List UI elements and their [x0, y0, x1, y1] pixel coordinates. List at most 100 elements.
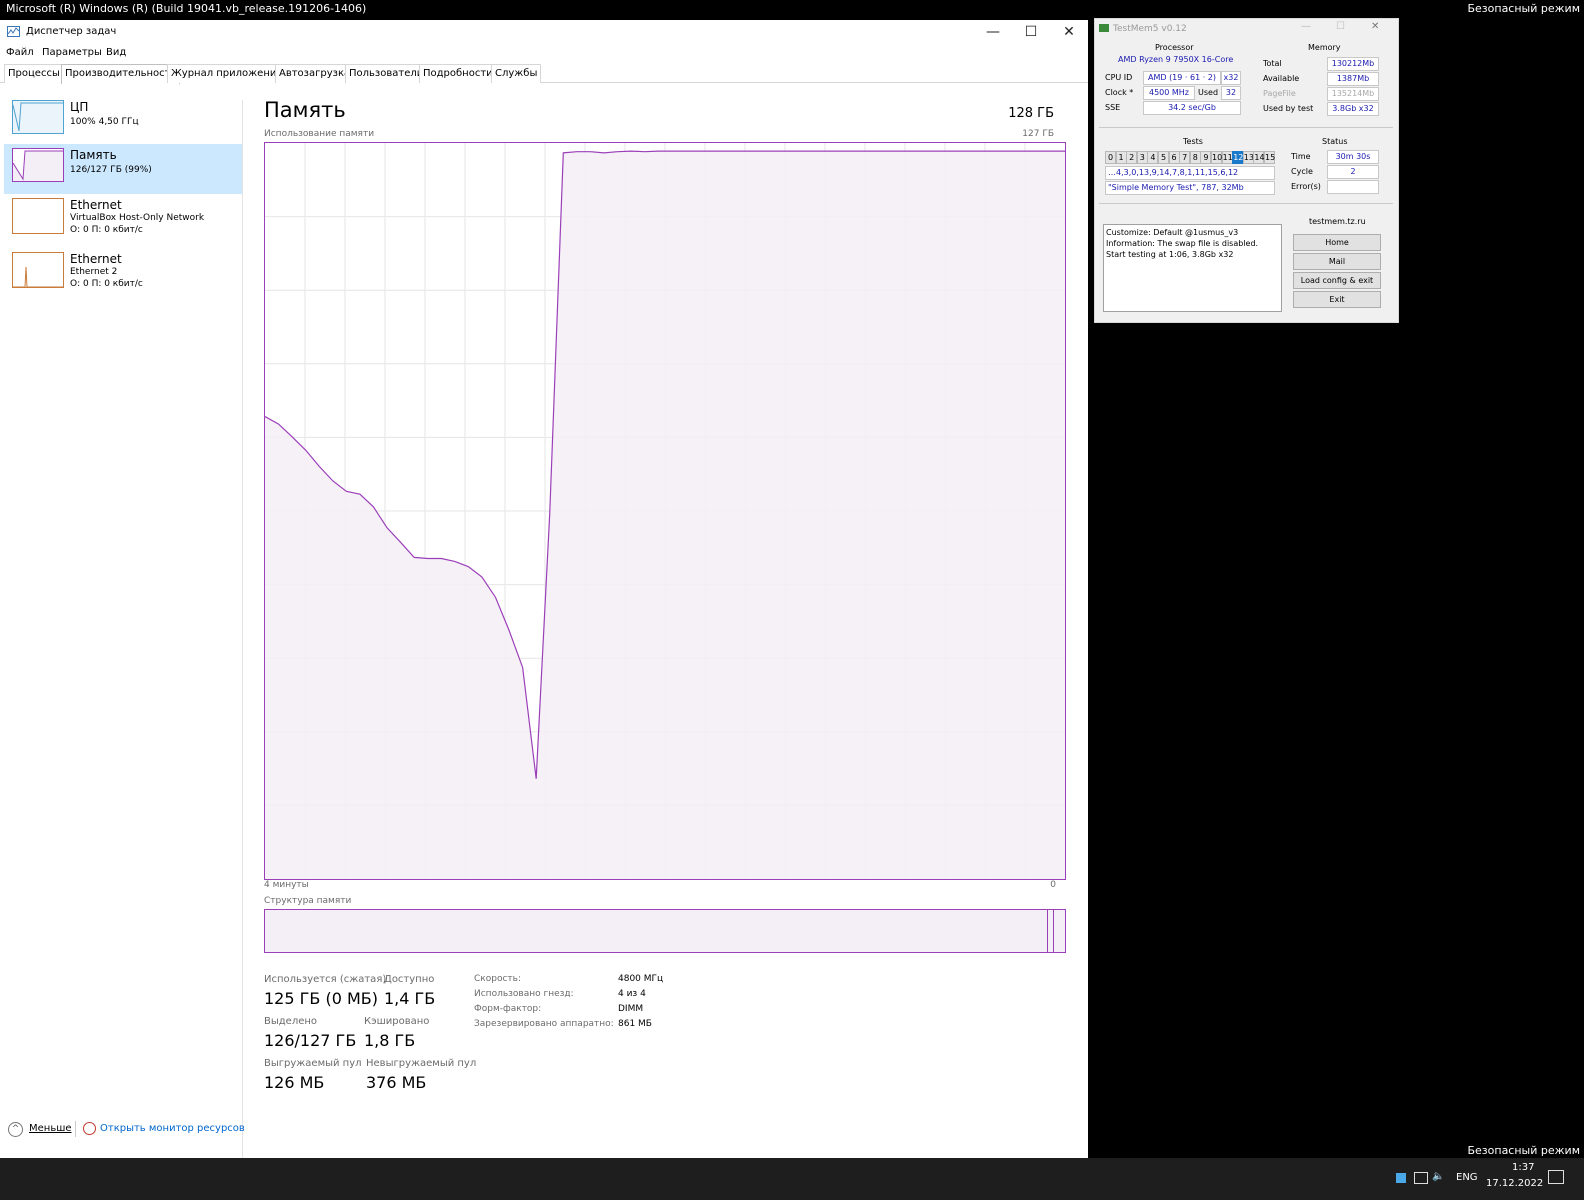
chart-time-right: 0: [1050, 880, 1056, 890]
sidebar-item-ethernet-1[interactable]: Ethernet VirtualBox Host-Only Network О:…: [4, 194, 242, 244]
link-separator: [75, 1121, 76, 1137]
chevron-up-icon[interactable]: ^: [8, 1122, 23, 1137]
errors-field: [1327, 180, 1379, 194]
tests-order-field: …4,3,0,13,9,14,7,8,1,11,15,6,12: [1105, 166, 1275, 180]
tab-details[interactable]: Подробности: [419, 64, 497, 83]
chart-time-left: 4 минуты: [264, 880, 309, 890]
time-field: 30m 30s: [1327, 150, 1379, 164]
testmem-app-icon: [1099, 24, 1109, 32]
title-bar[interactable]: Диспетчер задач — ☐ ✕: [0, 20, 1088, 44]
log-line: Customize: Default @1usmus_v3: [1106, 228, 1239, 237]
sidebar-item-label: Память: [70, 148, 117, 162]
maximize-button[interactable]: ☐: [1012, 20, 1050, 44]
exit-button[interactable]: Exit: [1293, 291, 1381, 308]
task-manager-window: Диспетчер задач — ☐ ✕ Файл Параметры Вид…: [0, 20, 1088, 1162]
sidebar-item-ethernet-2[interactable]: Ethernet Ethernet 2 О: 0 П: 0 кбит/с: [4, 248, 242, 298]
mail-button[interactable]: Mail: [1293, 253, 1381, 270]
tab-users[interactable]: Пользователи: [345, 64, 428, 83]
tab-services[interactable]: Службы: [491, 64, 542, 83]
available-field: 1387Mb: [1327, 72, 1379, 86]
slots-value: 4 из 4: [618, 989, 646, 999]
task-manager-icon: [7, 26, 20, 37]
time-label: Time: [1291, 152, 1311, 161]
total-field: 130212Mb: [1327, 57, 1379, 71]
site-header: testmem.tz.ru: [1309, 217, 1366, 226]
memory-header: Memory: [1308, 43, 1341, 52]
testmem-minimize-button[interactable]: —: [1301, 21, 1311, 32]
resource-monitor-icon: [83, 1122, 96, 1135]
sse-field: 34.2 sec/Gb: [1143, 101, 1241, 115]
used-label: Used: [1198, 88, 1219, 97]
taskbar: 🔈 ENG 1:37 17.12.2022: [0, 1158, 1584, 1200]
load-config-exit-button[interactable]: Load config & exit: [1293, 272, 1381, 289]
speed-label: Скорость:: [474, 974, 521, 984]
tab-processes[interactable]: Процессы: [4, 64, 64, 83]
clock-date[interactable]: 17.12.2022: [1486, 1178, 1543, 1189]
cycle-field: 2: [1327, 165, 1379, 179]
menu-view[interactable]: Вид: [106, 47, 126, 58]
test-cell-11: 11: [1221, 151, 1233, 164]
testmem-window: TestMem5 v0.12 — ☐ ✕ Processor AMD Ryzen…: [1094, 18, 1399, 323]
menu-options[interactable]: Параметры: [42, 47, 102, 58]
group-separator: [1099, 203, 1393, 204]
page-title: Память: [264, 98, 346, 122]
in-use-value: 125 ГБ (0 МБ): [264, 989, 378, 1008]
memory-composition-bar: [264, 909, 1066, 953]
memory-thumbnail: [12, 148, 64, 182]
usage-graph-max: 127 ГБ: [1022, 129, 1054, 139]
testmem-title: TestMem5 v0.12: [1113, 24, 1187, 34]
cycle-label: Cycle: [1291, 167, 1313, 176]
home-button[interactable]: Home: [1293, 234, 1381, 251]
test-cell-13: 13: [1242, 151, 1254, 164]
test-cell-6: 6: [1168, 151, 1180, 164]
log-line: Start testing at 1:06, 3.8Gb x32: [1106, 250, 1234, 259]
menu-file[interactable]: Файл: [6, 47, 34, 58]
memory-usage-chart-svg: [264, 143, 1065, 879]
test-cell-15: 15: [1264, 151, 1276, 164]
clock-field: 4500 MHz: [1143, 86, 1195, 100]
composition-label: Структура памяти: [264, 896, 352, 906]
network-icon[interactable]: [1414, 1172, 1428, 1184]
sidebar-item-detail: 126/127 ГБ (99%): [70, 165, 152, 175]
tab-startup[interactable]: Автозагрузка: [275, 64, 355, 83]
app-tray-icon[interactable]: [1396, 1173, 1406, 1183]
reserved-value: 861 МБ: [618, 1019, 652, 1029]
test-cell-1: 1: [1115, 151, 1127, 164]
open-resource-monitor-link[interactable]: Открыть монитор ресурсов: [100, 1123, 245, 1134]
language-indicator[interactable]: ENG: [1456, 1172, 1478, 1183]
sidebar-item-memory[interactable]: Память 126/127 ГБ (99%): [4, 144, 242, 194]
sidebar-item-detail: Ethernet 2: [70, 267, 118, 277]
cached-value: 1,8 ГБ: [364, 1031, 416, 1050]
test-cell-14: 14: [1253, 151, 1265, 164]
used-field: 32: [1221, 86, 1241, 100]
test-cell-0: 0: [1105, 151, 1116, 164]
available-label: Доступно: [384, 974, 435, 985]
usage-graph-label: Использование памяти: [264, 129, 375, 139]
window-title: Диспетчер задач: [26, 26, 117, 37]
cpuid-threads-field: x32: [1221, 71, 1241, 85]
testmem-maximize-button[interactable]: ☐: [1336, 21, 1345, 32]
cpu-thumbnail: [12, 100, 64, 134]
tab-performance[interactable]: Производительность: [61, 64, 181, 84]
slots-label: Использовано гнезд:: [474, 989, 574, 999]
minimize-button[interactable]: —: [974, 20, 1012, 44]
tab-app-history[interactable]: Журнал приложений: [167, 64, 287, 83]
desktop-build-title: Microsoft (R) Windows (R) (Build 19041.v…: [6, 2, 367, 15]
nonpaged-pool-label: Невыгружаемый пул: [366, 1058, 477, 1069]
clock-label: Clock *: [1105, 88, 1134, 97]
available-label: Available: [1263, 74, 1300, 83]
sidebar-divider: [242, 100, 243, 1160]
close-button[interactable]: ✕: [1050, 20, 1088, 44]
current-test-field: "Simple Memory Test", 787, 32Mb: [1105, 181, 1275, 195]
sidebar-item-cpu[interactable]: ЦП 100% 4,50 ГГц: [4, 96, 242, 146]
clock-time[interactable]: 1:37: [1512, 1162, 1534, 1173]
testmem-close-button[interactable]: ✕: [1371, 21, 1379, 32]
group-separator: [1099, 127, 1393, 128]
committed-label: Выделено: [264, 1016, 318, 1027]
volume-icon[interactable]: 🔈: [1432, 1171, 1444, 1182]
committed-value: 126/127 ГБ: [264, 1031, 357, 1050]
notifications-icon[interactable]: [1548, 1170, 1564, 1184]
fewer-details-link[interactable]: Меньше: [29, 1123, 72, 1134]
sidebar-item-throughput: О: 0 П: 0 кбит/с: [70, 279, 143, 289]
reserved-label: Зарезервировано аппаратно:: [474, 1019, 614, 1029]
